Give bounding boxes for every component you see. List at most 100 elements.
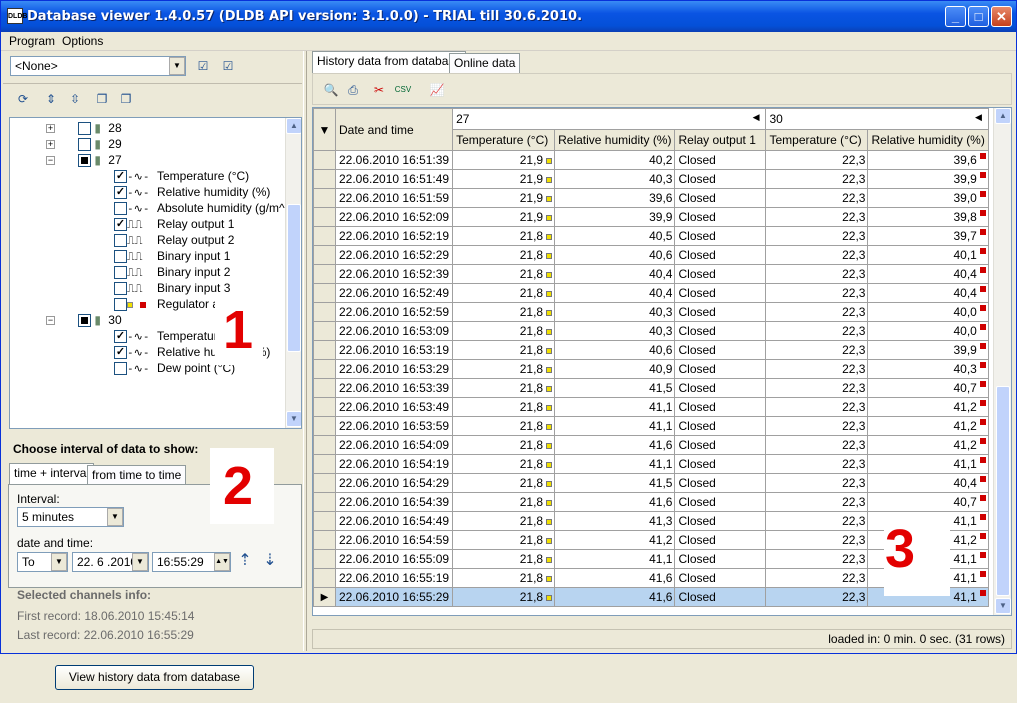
column-header-rh-30[interactable]: Relative humidity (%) xyxy=(867,129,989,151)
row-indicator[interactable] xyxy=(313,150,336,170)
table-cell[interactable]: Closed xyxy=(674,378,767,398)
table-cell[interactable]: 22.06.2010 16:55:29 xyxy=(334,587,454,607)
table-cell[interactable]: 22.06.2010 16:54:39 xyxy=(334,492,454,512)
config-select[interactable]: <None> ▼ xyxy=(10,56,186,76)
grid-scrollbar[interactable]: ▲ ▼ xyxy=(993,108,1011,615)
table-cell[interactable]: 39,6 xyxy=(867,150,989,170)
collapse-icon[interactable]: − xyxy=(46,156,55,165)
column-header-relay-27[interactable]: Relay output 1 xyxy=(674,129,767,151)
table-cell[interactable]: 21,8 xyxy=(452,283,556,303)
table-cell[interactable]: 41,1 xyxy=(867,454,989,474)
tab-history-data[interactable]: History data from database xyxy=(312,51,467,73)
table-cell[interactable]: 41,3 xyxy=(554,511,676,531)
chevron-left-icon[interactable]: ◀ xyxy=(975,112,982,123)
row-indicator[interactable] xyxy=(313,511,336,531)
row-indicator[interactable] xyxy=(313,169,336,189)
table-cell[interactable]: 22,3 xyxy=(765,302,869,322)
tree-device-node[interactable]: − ▮ 30 xyxy=(46,312,122,328)
table-cell[interactable]: 39,9 xyxy=(554,207,676,227)
table-cell[interactable]: 41,1 xyxy=(554,416,676,436)
table-cell[interactable]: Closed xyxy=(674,473,767,493)
table-cell[interactable]: Closed xyxy=(674,530,767,550)
table-cell[interactable]: 22.06.2010 16:52:39 xyxy=(334,264,454,284)
row-indicator[interactable] xyxy=(313,530,336,550)
table-cell[interactable]: 22.06.2010 16:54:09 xyxy=(334,435,454,455)
row-indicator[interactable] xyxy=(313,435,336,455)
row-indicator[interactable] xyxy=(313,340,336,360)
table-row[interactable]: 22.06.2010 16:54:29 21,8 41,5 Closed 22,3 40,… xyxy=(313,473,989,493)
table-cell[interactable]: 22,3 xyxy=(765,416,869,436)
interval-select[interactable]: 5 minutes ▼ xyxy=(17,507,124,527)
tree-channel-node[interactable]: -∿- Absolute humidity (g/m^3) xyxy=(114,200,295,216)
row-indicator[interactable] xyxy=(313,188,336,208)
checkbox[interactable]: ✓ xyxy=(114,330,127,344)
table-cell[interactable]: 22,3 xyxy=(765,226,869,246)
collapse-icon[interactable]: − xyxy=(46,316,55,325)
table-cell[interactable]: 41,1 xyxy=(554,454,676,474)
checkbox[interactable] xyxy=(114,282,127,296)
chevron-down-icon[interactable]: ▼ xyxy=(51,553,67,571)
table-cell[interactable]: 40,6 xyxy=(554,245,676,265)
table-cell[interactable]: 41,2 xyxy=(554,530,676,550)
maximize-button[interactable]: □ xyxy=(968,6,989,27)
table-row[interactable]: 22.06.2010 16:53:59 21,8 41,1 Closed 22,3 41,… xyxy=(313,416,989,436)
table-cell[interactable]: 22,3 xyxy=(765,568,869,588)
table-cell[interactable]: Closed xyxy=(674,549,767,569)
row-indicator[interactable] xyxy=(313,245,336,265)
table-cell[interactable]: 22,3 xyxy=(765,378,869,398)
table-cell[interactable]: Closed xyxy=(674,587,767,607)
table-cell[interactable]: 22.06.2010 16:53:39 xyxy=(334,378,454,398)
table-cell[interactable]: 22.06.2010 16:55:19 xyxy=(334,568,454,588)
table-row[interactable]: 22.06.2010 16:52:29 21,8 40,6 Closed 22,3 40,… xyxy=(313,245,989,265)
table-cell[interactable]: Closed xyxy=(674,492,767,512)
chevron-down-icon[interactable]: ▼ xyxy=(107,508,123,526)
table-cell[interactable]: 41,5 xyxy=(554,378,676,398)
table-cell[interactable]: Closed xyxy=(674,321,767,341)
table-cell[interactable]: 21,8 xyxy=(452,397,556,417)
menu-options[interactable]: Options xyxy=(62,34,103,48)
table-cell[interactable]: Closed xyxy=(674,245,767,265)
table-cell[interactable]: 22.06.2010 16:53:19 xyxy=(334,340,454,360)
checkbox[interactable]: ✓ xyxy=(114,218,127,232)
table-cell[interactable]: Closed xyxy=(674,416,767,436)
table-cell[interactable]: 39,8 xyxy=(867,207,989,227)
table-cell[interactable]: 40,3 xyxy=(554,169,676,189)
table-cell[interactable]: 40,7 xyxy=(867,378,989,398)
group-header-30[interactable]: 30 ◀ xyxy=(765,108,989,130)
table-cell[interactable]: 40,3 xyxy=(554,321,676,341)
row-indicator[interactable] xyxy=(313,207,336,227)
csv-export-icon[interactable]: CSV xyxy=(393,80,413,100)
chevron-left-icon[interactable]: ◀ xyxy=(753,112,760,123)
table-cell[interactable]: Closed xyxy=(674,226,767,246)
table-cell[interactable]: 40,3 xyxy=(554,302,676,322)
table-cell[interactable]: 22.06.2010 16:55:09 xyxy=(334,549,454,569)
graph-icon[interactable]: 📈 xyxy=(427,80,447,100)
save-selection-icon[interactable]: ☑ xyxy=(193,56,213,76)
table-row[interactable]: 22.06.2010 16:54:09 21,8 41,6 Closed 22,3 41,… xyxy=(313,435,989,455)
date-picker[interactable]: 22. 6 .2010 ▼ xyxy=(72,552,149,572)
table-cell[interactable]: 21,8 xyxy=(452,568,556,588)
tab-time-interval[interactable]: time + interval xyxy=(9,463,95,485)
table-cell[interactable]: Closed xyxy=(674,207,767,227)
spinner-icon[interactable]: ▲▼ xyxy=(214,553,230,571)
table-cell[interactable]: 21,8 xyxy=(452,245,556,265)
table-cell[interactable]: 22,3 xyxy=(765,511,869,531)
jump-to-last-icon[interactable]: ⇣ xyxy=(260,551,280,571)
table-cell[interactable]: 21,9 xyxy=(452,150,556,170)
table-cell[interactable]: 22,3 xyxy=(765,340,869,360)
export-icon[interactable]: ✂ xyxy=(369,80,389,100)
table-cell[interactable]: 22,3 xyxy=(765,549,869,569)
tree-channel-node[interactable]: ⎍⎍ Relay output 2 xyxy=(114,232,234,248)
table-cell[interactable]: 21,8 xyxy=(452,340,556,360)
table-cell[interactable]: 22.06.2010 16:54:59 xyxy=(334,530,454,550)
table-cell[interactable]: Closed xyxy=(674,511,767,531)
column-header-temp-27[interactable]: Temperature (°C) xyxy=(452,129,556,151)
scroll-down-icon[interactable]: ▼ xyxy=(995,598,1011,614)
table-cell[interactable]: Closed xyxy=(674,150,767,170)
table-cell[interactable]: 41,6 xyxy=(554,587,676,607)
table-cell[interactable]: 40,3 xyxy=(867,359,989,379)
table-cell[interactable]: 40,1 xyxy=(867,245,989,265)
row-indicator[interactable] xyxy=(313,397,336,417)
row-indicator[interactable] xyxy=(313,264,336,284)
tree-channel-node[interactable]: ✓ -∿- Relative humidity (%) xyxy=(114,184,270,200)
